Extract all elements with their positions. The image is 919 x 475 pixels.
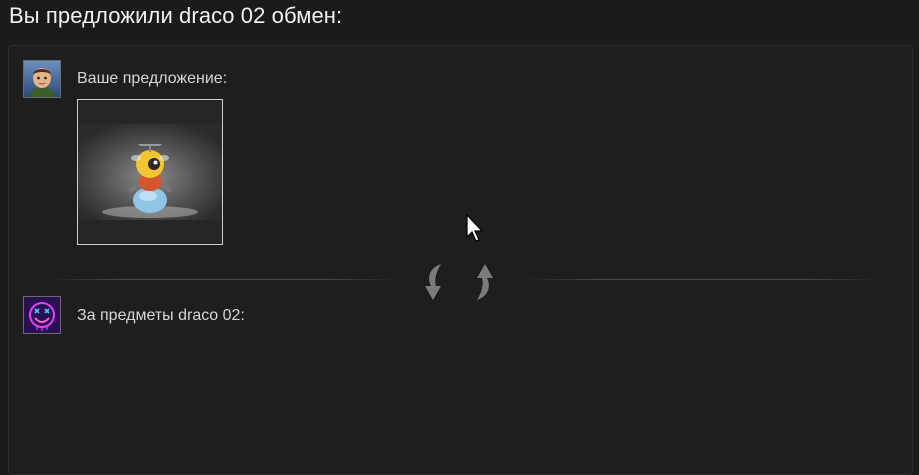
section-divider-left: [46, 279, 401, 280]
user-avatar-icon[interactable]: [23, 60, 61, 98]
bee-snowman-toy-icon: [78, 100, 222, 244]
your-offer-label: Ваше предложение:: [77, 70, 228, 87]
mouse-cursor-icon: [466, 214, 486, 244]
partner-items-label: За предметы draco 02:: [77, 307, 245, 324]
offered-item-slot[interactable]: [77, 99, 223, 245]
page-title: Вы предложили draco 02 обмен:: [9, 3, 343, 28]
swap-arrows-icon: [413, 260, 505, 304]
partner-avatar-icon[interactable]: [23, 296, 61, 334]
section-divider-right: [524, 279, 882, 280]
